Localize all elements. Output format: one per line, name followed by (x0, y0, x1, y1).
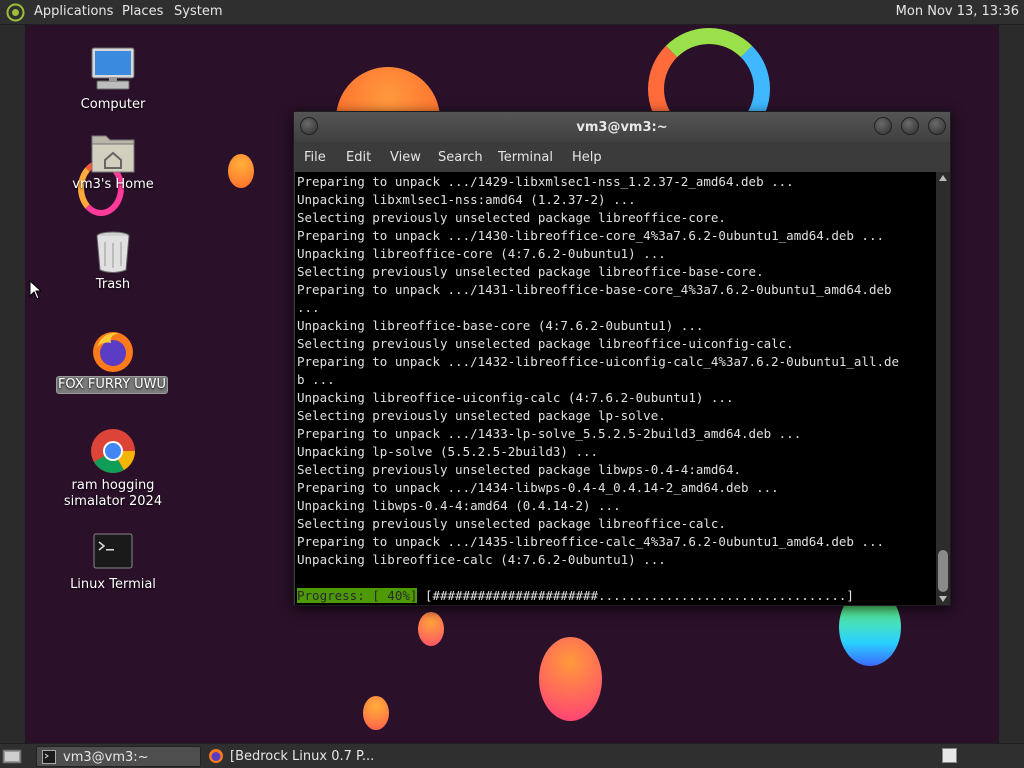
trash-icon (96, 231, 130, 273)
desktop-icon-label: FOX FURRY UWU (56, 376, 168, 394)
terminal-line: Preparing to unpack .../1435-libreoffice… (297, 534, 884, 549)
desktop-icon-label: vm3's Home (72, 177, 154, 192)
scrollbar-thumb[interactable] (938, 550, 948, 592)
window-titlebar[interactable]: vm3@vm3:~ (294, 112, 950, 142)
terminal-menubar: File Edit View Search Terminal Help (294, 142, 950, 172)
menu-terminal[interactable]: Terminal (498, 150, 553, 165)
terminal-line: Preparing to unpack .../1434-libwps-0.4-… (297, 480, 779, 495)
terminal-line: Selecting previously unselected package … (297, 516, 726, 531)
taskbar-item-label: vm3@vm3:~ (63, 750, 149, 765)
terminal-line: Selecting previously unselected package … (297, 462, 742, 477)
desktop-icon-label: ram hogging simalator 2024 (63, 478, 163, 509)
menu-system[interactable]: System (174, 4, 222, 19)
workspace-switcher[interactable] (942, 748, 957, 763)
chrome-icon (91, 429, 135, 473)
menu-places[interactable]: Places (122, 4, 163, 19)
minimize-button[interactable] (874, 117, 892, 135)
computer-icon (91, 47, 135, 90)
bottom-panel: vm3@vm3:~ [Bedrock Linux 0.7 P... (0, 743, 1024, 768)
terminal-line: Preparing to unpack .../1429-libxmlsec1-… (297, 174, 794, 189)
progress-bar: [######################.................… (424, 588, 854, 603)
mouse-pointer-icon (29, 280, 41, 300)
wallpaper-red-blob (539, 637, 602, 721)
terminal-line: Unpacking libwps-0.4-4:amd64 (0.4.14-2) … (297, 498, 621, 513)
desktop-icon-terminal[interactable]: Linux Termial (53, 530, 173, 600)
taskbar-item-terminal[interactable]: vm3@vm3:~ (36, 746, 201, 767)
menu-help[interactable]: Help (572, 150, 602, 165)
scroll-up-icon[interactable] (939, 175, 947, 181)
terminal-line: Preparing to unpack .../1433-lp-solve_5.… (297, 426, 802, 441)
terminal-line: Unpacking lp-solve (5.5.2.5-2build3) ... (297, 444, 599, 459)
terminal-window[interactable]: vm3@vm3:~ File Edit View Search Terminal… (293, 111, 951, 606)
top-panel: Applications Places System Mon Nov 13, 1… (0, 0, 1024, 25)
wallpaper-small-blob-2 (418, 612, 444, 646)
desktop-icon-label: Computer (80, 97, 146, 112)
firefox-icon (93, 332, 133, 372)
firefox-icon (209, 749, 223, 763)
distro-logo-icon[interactable] (6, 3, 25, 22)
wallpaper-small-blob-3 (363, 696, 389, 730)
wallpaper-small-orange-blob (228, 154, 254, 188)
desktop-icon-firefox[interactable]: FOX FURRY UWU (53, 327, 173, 397)
terminal-line: Unpacking libreoffice-uiconfig-calc (4:7… (297, 390, 734, 405)
terminal-scrollbar[interactable] (936, 172, 950, 605)
menu-applications[interactable]: Applications (34, 4, 113, 19)
menu-search[interactable]: Search (438, 150, 483, 165)
terminal-line: Selecting previously unselected package … (297, 264, 764, 279)
progress-label: Progress: [ 40%] (297, 588, 418, 603)
show-desktop-icon[interactable] (2, 747, 22, 765)
terminal-line: Selecting previously unselected package … (297, 336, 794, 351)
terminal-line: ... (297, 300, 320, 315)
close-button[interactable] (928, 117, 946, 135)
desktop-icon-label: Trash (95, 277, 131, 292)
home-folder-icon (91, 135, 135, 173)
terminal-line: b ... (297, 372, 335, 387)
terminal-line: Selecting previously unselected package … (297, 210, 726, 225)
terminal-line: Unpacking libreoffice-calc (4:7.6.2-0ubu… (297, 552, 666, 567)
taskbar-item-firefox[interactable]: [Bedrock Linux 0.7 P... (204, 746, 379, 767)
terminal-line: Unpacking libreoffice-core (4:7.6.2-0ubu… (297, 246, 666, 261)
window-title: vm3@vm3:~ (576, 120, 668, 135)
desktop-icon-chrome[interactable]: ram hogging simalator 2024 (53, 427, 173, 517)
scroll-down-icon[interactable] (939, 596, 947, 602)
maximize-button[interactable] (901, 117, 919, 135)
desktop-icon-computer[interactable]: Computer (53, 45, 173, 115)
taskbar-item-label: [Bedrock Linux 0.7 P... (230, 749, 375, 764)
desktop-icon-trash[interactable]: Trash (53, 228, 173, 298)
terminal-output[interactable]: Preparing to unpack .../1429-libxmlsec1-… (295, 172, 936, 605)
progress-line: Progress: [ 40%] [######################… (297, 587, 854, 605)
desktop-icon-home[interactable]: vm3's Home (53, 128, 173, 198)
clock[interactable]: Mon Nov 13, 13:36 (896, 4, 1019, 19)
terminal-line: Unpacking libreoffice-base-core (4:7.6.2… (297, 318, 704, 333)
menu-edit[interactable]: Edit (346, 150, 371, 165)
terminal-line: Selecting previously unselected package … (297, 408, 666, 423)
terminal-line: Preparing to unpack .../1432-libreoffice… (297, 354, 900, 369)
menu-view[interactable]: View (390, 150, 421, 165)
desktop-icon-label: Linux Termial (70, 577, 156, 592)
menu-file[interactable]: File (304, 150, 326, 165)
terminal-line: Preparing to unpack .../1430-libreoffice… (297, 228, 884, 243)
terminal-line: Preparing to unpack .../1431-libreoffice… (297, 282, 892, 297)
terminal-icon (93, 533, 133, 569)
terminal-line: Unpacking libxmlsec1-nss:amd64 (1.2.37-2… (297, 192, 636, 207)
terminal-icon (42, 750, 56, 764)
